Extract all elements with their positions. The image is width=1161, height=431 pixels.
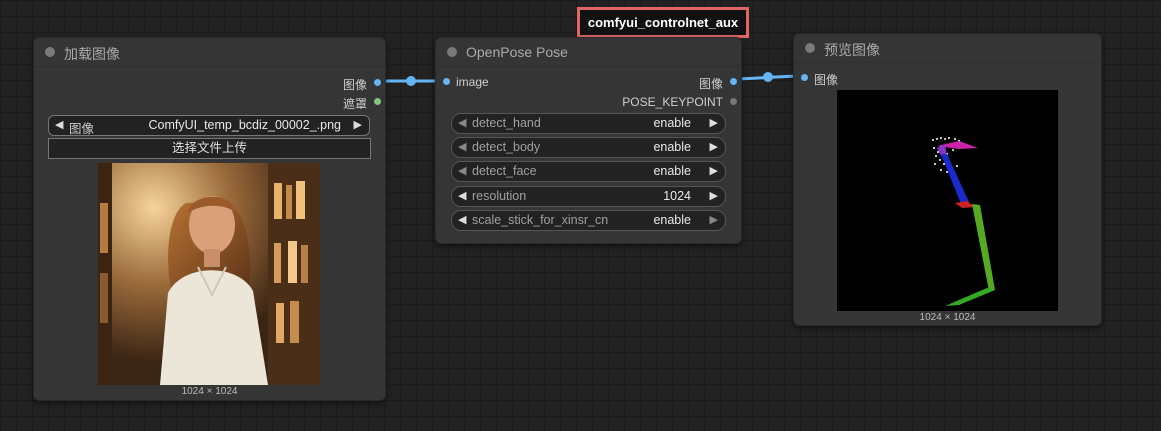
decrement-arrow-icon[interactable]: ◀ <box>458 116 466 129</box>
scale-stick-widget[interactable]: ◀ scale_stick_for_xinsr_cn enable ▶ <box>451 210 726 231</box>
widget-value: enable <box>653 213 691 227</box>
collapse-dot-icon[interactable] <box>805 43 815 53</box>
increment-arrow-icon[interactable]: ▶ <box>710 116 718 129</box>
input-image-slot[interactable] <box>801 74 808 81</box>
decrement-arrow-icon[interactable]: ◀ <box>458 213 466 226</box>
widget-name: detect_face <box>472 164 537 178</box>
link-midpoint-2 <box>763 72 773 82</box>
collapse-dot-icon[interactable] <box>45 47 55 57</box>
widget-name: scale_stick_for_xinsr_cn <box>472 213 609 227</box>
output-image-slot[interactable] <box>730 78 737 85</box>
increment-arrow-icon[interactable]: ▶ <box>710 213 718 226</box>
next-arrow-icon[interactable]: ▶ <box>354 118 362 131</box>
node-title-bar[interactable]: 预览图像 <box>794 34 1101 63</box>
image-size-label: 1024 × 1024 <box>181 386 238 397</box>
upload-file-button[interactable]: 选择文件上传 <box>48 138 371 159</box>
output-keypoint-label: POSE_KEYPOINT <box>622 95 723 109</box>
widget-value: enable <box>653 140 691 154</box>
input-image-label: 图像 <box>814 73 839 87</box>
widget-value: 1024 <box>663 189 691 203</box>
decrement-arrow-icon[interactable]: ◀ <box>458 140 466 153</box>
load-image-node[interactable]: 加载图像 图像 遮罩 ◀ 图像 ComfyUI_temp_bcdiz_00002… <box>33 37 386 401</box>
node-pack-tag: comfyui_controlnet_aux <box>577 7 749 38</box>
openpose-pose-node[interactable]: OpenPose Pose image 图像 POSE_KEYPOINT ◀ d… <box>435 37 742 244</box>
node-title: 加载图像 <box>64 46 120 62</box>
collapse-dot-icon[interactable] <box>447 47 457 57</box>
pose-preview-image <box>837 90 1058 311</box>
widget-value: enable <box>653 164 691 178</box>
output-keypoint-slot[interactable] <box>730 98 737 105</box>
decrement-arrow-icon[interactable]: ◀ <box>458 189 466 202</box>
preview-image-node[interactable]: 预览图像 图像 1024 × 1024 <box>793 33 1102 326</box>
output-mask-label: 遮罩 <box>342 97 367 111</box>
prev-arrow-icon[interactable]: ◀ <box>55 118 63 131</box>
node-title: 预览图像 <box>824 42 880 58</box>
widget-value: enable <box>653 116 691 130</box>
increment-arrow-icon[interactable]: ▶ <box>710 164 718 177</box>
widget-value: ComfyUI_temp_bcdiz_00002_.png <box>148 118 341 132</box>
detect-body-widget[interactable]: ◀ detect_body enable ▶ <box>451 137 726 158</box>
output-image-slot[interactable] <box>374 79 381 86</box>
node-title-bar[interactable]: 加载图像 <box>34 38 385 67</box>
widget-name: resolution <box>472 189 527 203</box>
widget-name: detect_hand <box>472 116 541 130</box>
output-mask-slot[interactable] <box>374 98 381 105</box>
loaded-image-preview <box>98 163 320 385</box>
increment-arrow-icon[interactable]: ▶ <box>710 189 718 202</box>
node-title-bar[interactable]: OpenPose Pose <box>436 38 741 67</box>
link-midpoint-1 <box>406 76 416 86</box>
widget-name: detect_body <box>472 140 541 154</box>
resolution-widget[interactable]: ◀ resolution 1024 ▶ <box>451 186 726 207</box>
output-image-label: 图像 <box>342 78 367 92</box>
increment-arrow-icon[interactable]: ▶ <box>710 140 718 153</box>
image-size-label: 1024 × 1024 <box>919 312 976 323</box>
output-image-label: 图像 <box>698 77 723 91</box>
image-file-combo[interactable]: ◀ 图像 ComfyUI_temp_bcdiz_00002_.png ▶ <box>48 115 370 136</box>
decrement-arrow-icon[interactable]: ◀ <box>458 164 466 177</box>
detect-hand-widget[interactable]: ◀ detect_hand enable ▶ <box>451 113 726 134</box>
input-image-label: image <box>456 75 489 89</box>
detect-face-widget[interactable]: ◀ detect_face enable ▶ <box>451 161 726 182</box>
node-title: OpenPose Pose <box>466 44 568 60</box>
input-image-slot[interactable] <box>443 78 450 85</box>
widget-name: 图像 <box>69 122 95 136</box>
